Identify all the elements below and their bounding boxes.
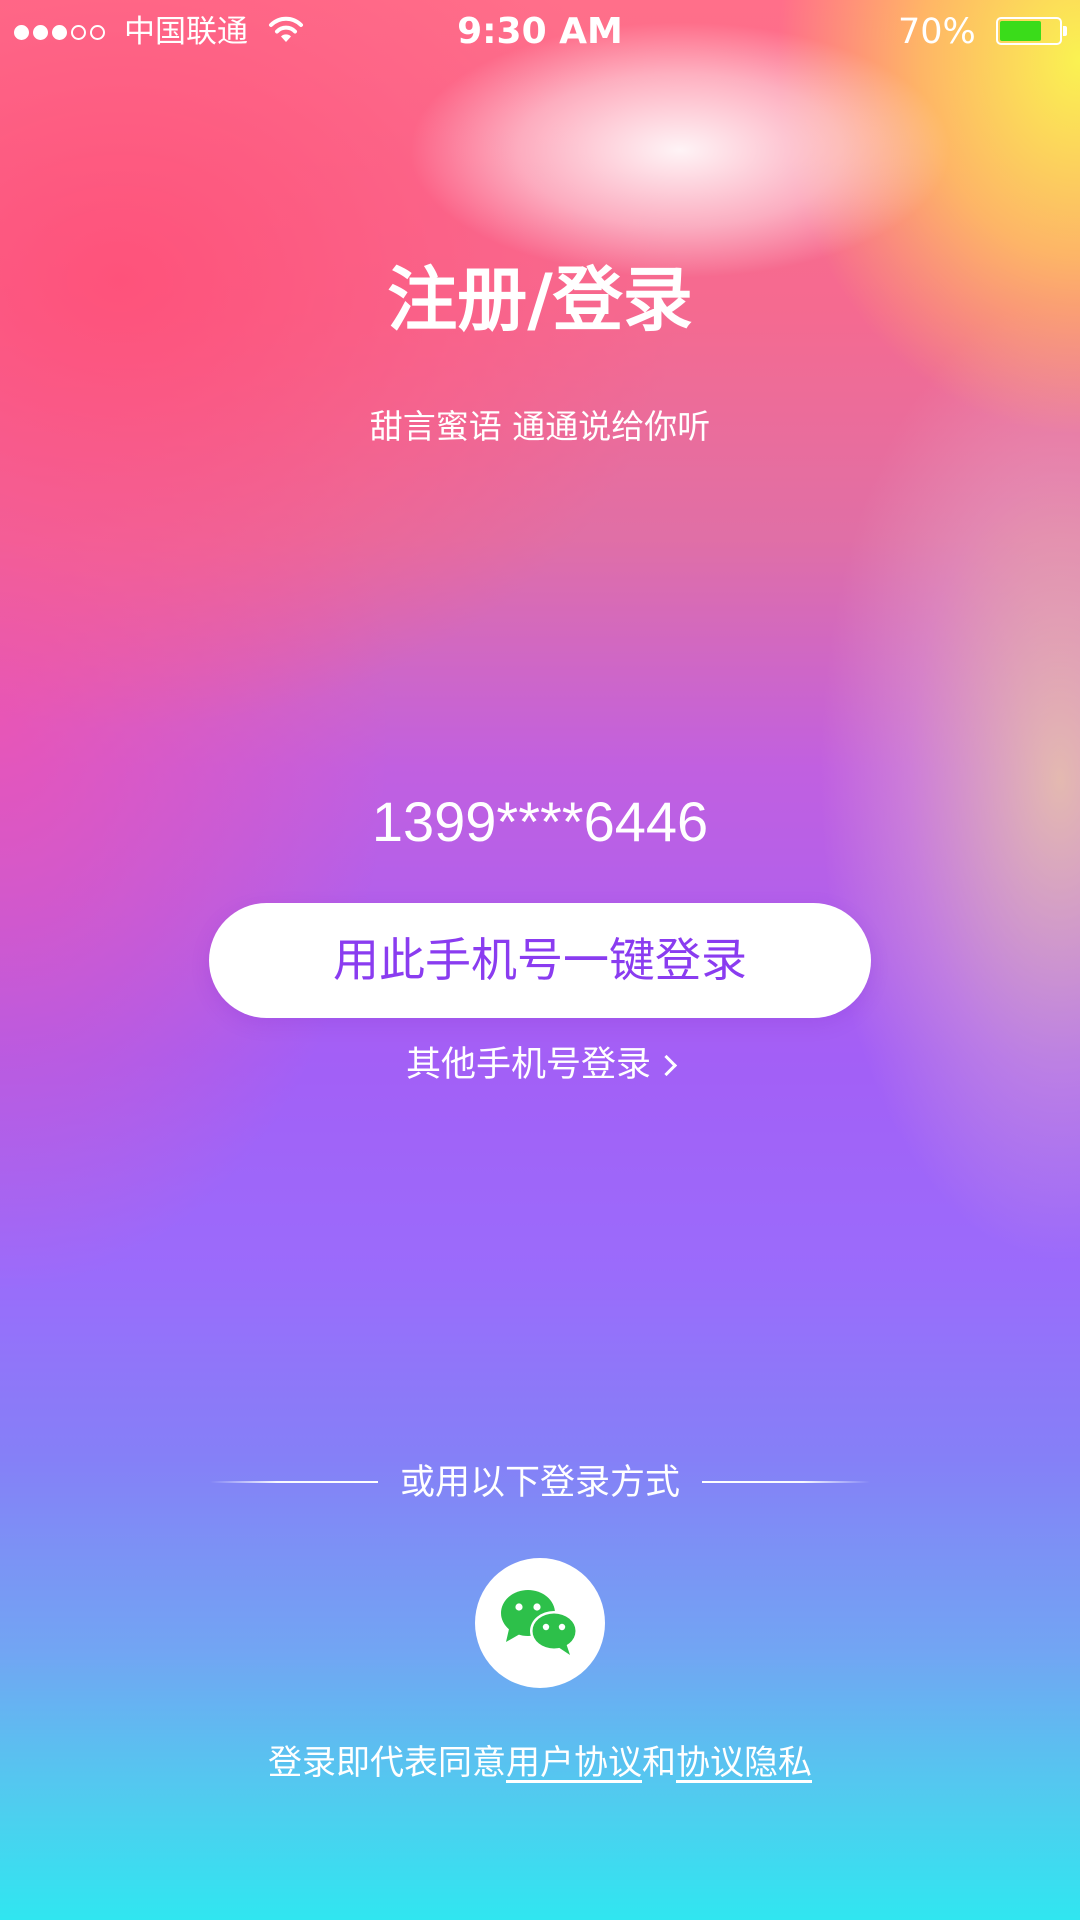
- privacy-policy-link[interactable]: 协议隐私: [676, 1743, 812, 1783]
- signal-dot: [14, 24, 29, 40]
- divider-line-right: [702, 1481, 870, 1483]
- status-bar: 中国联通 9:30 AM 70%: [0, 0, 1080, 64]
- signal-dot: [71, 24, 86, 40]
- signal-dot: [52, 24, 67, 40]
- user-agreement-link[interactable]: 用户协议: [506, 1743, 642, 1783]
- signal-strength-icon: [14, 22, 105, 42]
- signal-dot: [33, 24, 48, 40]
- agreement-text: 登录即代表同意用户协议和协议隐私: [0, 1738, 1080, 1788]
- wifi-icon: [269, 16, 303, 42]
- battery-percentage: 70%: [898, 12, 976, 52]
- agreement-conjunction: 和: [642, 1743, 676, 1783]
- divider-line-left: [210, 1481, 378, 1483]
- chevron-right-icon: [655, 1054, 678, 1077]
- battery-icon: [996, 17, 1067, 45]
- wechat-login-button[interactable]: [475, 1558, 605, 1688]
- page-title: 注册/登录: [387, 259, 693, 341]
- battery-level-fill: [1000, 21, 1041, 41]
- signal-dot: [90, 24, 105, 40]
- alternative-login-divider-text: 或用以下登录方式: [399, 1463, 680, 1503]
- carrier-name: 中国联通: [124, 14, 248, 50]
- page-subtitle: 甜言蜜语 通通说给你听: [369, 407, 711, 446]
- masked-phone-number: 1399****6446: [371, 790, 709, 853]
- status-time: 9:30 AM: [457, 11, 623, 52]
- other-phone-login-label: 其他手机号登录: [405, 1045, 651, 1085]
- agreement-prefix: 登录即代表同意: [268, 1743, 506, 1783]
- one-tap-login-button[interactable]: 用此手机号一键登录: [209, 903, 871, 1018]
- wechat-icon: [501, 1590, 578, 1655]
- other-phone-login-link[interactable]: 其他手机号登录: [0, 1040, 1080, 1090]
